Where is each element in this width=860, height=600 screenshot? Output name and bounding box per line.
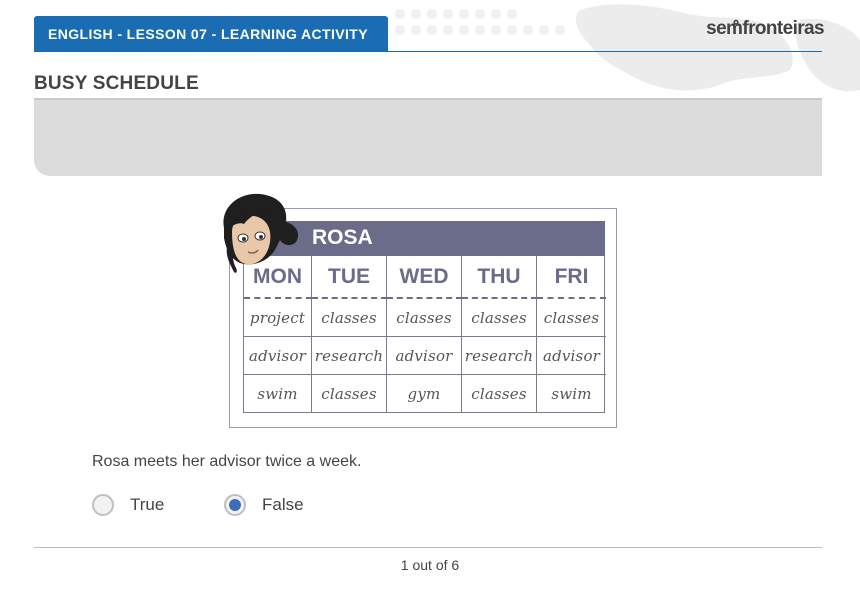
schedule-cell: classes — [312, 375, 387, 413]
day-header: WED — [387, 256, 462, 299]
option-true-label: True — [130, 495, 165, 514]
world-map-background — [380, 0, 860, 110]
schedule-cell: classes — [462, 299, 537, 337]
schedule-cell: gym — [387, 375, 462, 413]
day-header: TUE — [312, 256, 387, 299]
brand-name: semfronteiras — [706, 18, 824, 39]
lesson-tab: ENGLISH - LESSON 07 - LEARNING ACTIVITY — [34, 16, 388, 52]
footer-divider — [34, 547, 822, 548]
radio-false[interactable] — [224, 494, 246, 516]
schedule-cell: swim — [244, 375, 312, 413]
pagination-label: 1 out of 6 — [400, 557, 460, 573]
character-avatar-icon — [210, 188, 302, 280]
schedule-cell: classes — [312, 299, 387, 337]
instructions-panel — [34, 98, 822, 176]
schedule-cell: classes — [537, 299, 606, 337]
schedule-cell: advisor — [387, 337, 462, 375]
schedule-cell: research — [462, 337, 537, 375]
schedule-cell: advisor — [244, 337, 312, 375]
option-false-label: False — [262, 495, 304, 514]
day-header: FRI — [537, 256, 606, 299]
lesson-tab-label: ENGLISH - LESSON 07 - LEARNING ACTIVITY — [48, 26, 368, 42]
schedule-cell: classes — [462, 375, 537, 413]
radio-true[interactable] — [92, 494, 114, 516]
schedule-cell: classes — [387, 299, 462, 337]
day-header: THU — [462, 256, 537, 299]
radio-selected-dot — [229, 499, 241, 511]
option-false[interactable]: False — [224, 494, 304, 516]
schedule-cell: research — [312, 337, 387, 375]
schedule-cell: advisor — [537, 337, 606, 375]
schedule-cell: swim — [551, 385, 592, 403]
location-pin-icon — [732, 11, 740, 25]
activity-title: BUSY SCHEDULE — [34, 73, 199, 94]
brand-logo: semfronteiras — [706, 18, 824, 40]
question-text: Rosa meets her advisor twice a week. — [92, 453, 362, 470]
schedule-cell: project — [244, 299, 312, 337]
schedule-owner-name: ROSA — [312, 226, 373, 249]
option-true[interactable]: True — [92, 494, 164, 516]
